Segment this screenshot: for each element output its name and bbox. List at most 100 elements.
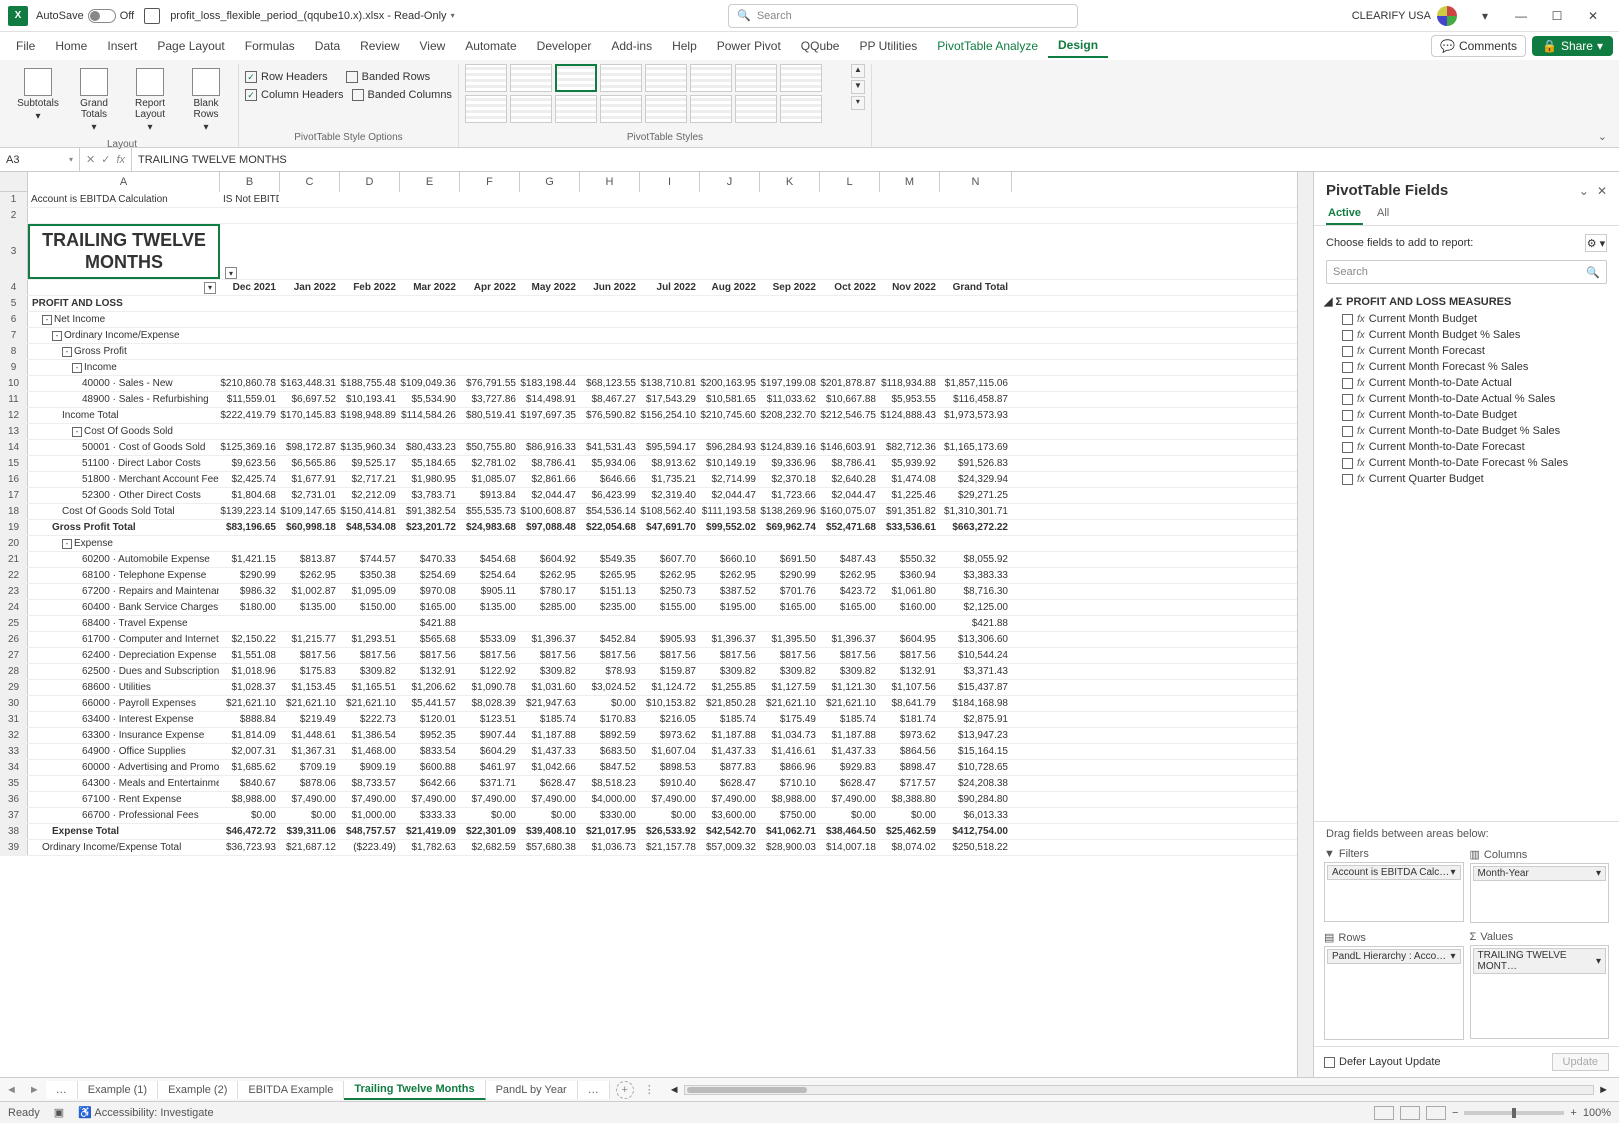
data-cell[interactable] (640, 312, 700, 327)
style-thumb[interactable] (600, 64, 642, 92)
data-cell[interactable]: $29,271.25 (940, 488, 1012, 503)
data-cell[interactable]: $2,319.40 (640, 488, 700, 503)
row-header[interactable]: 1 (0, 192, 28, 207)
data-cell[interactable]: $5,534.90 (400, 392, 460, 407)
defer-update-checkbox[interactable]: Defer Layout Update (1324, 1056, 1441, 1068)
data-cell[interactable]: $423.72 (820, 584, 880, 599)
data-cell[interactable]: $387.52 (700, 584, 760, 599)
data-cell[interactable] (580, 616, 640, 631)
cell[interactable] (700, 192, 760, 207)
data-cell[interactable]: $160,075.07 (820, 504, 880, 519)
data-cell[interactable] (580, 424, 640, 439)
data-cell[interactable]: $1,124.72 (640, 680, 700, 695)
data-cell[interactable]: $60,998.18 (280, 520, 340, 535)
data-cell[interactable]: $111,193.58 (700, 504, 760, 519)
data-cell[interactable]: $184,168.98 (940, 696, 1012, 711)
data-cell[interactable] (880, 328, 940, 343)
table-row[interactable]: 13-Cost Of Goods Sold (0, 424, 1297, 440)
outline-toggle-icon[interactable]: - (72, 427, 82, 437)
row-header[interactable]: 38 (0, 824, 28, 839)
data-cell[interactable]: $2,875.91 (940, 712, 1012, 727)
data-cell[interactable]: $1,090.78 (460, 680, 520, 695)
data-cell[interactable] (280, 424, 340, 439)
data-cell[interactable]: $82,712.36 (880, 440, 940, 455)
row-headers-checkbox[interactable]: ✓Row Headers (245, 68, 328, 86)
ribbon-collapse-button[interactable]: ⌄ (1592, 126, 1613, 147)
cell[interactable] (280, 224, 340, 279)
cell[interactable] (940, 208, 1012, 223)
data-cell[interactable] (460, 296, 520, 311)
style-thumb[interactable] (735, 95, 777, 123)
data-cell[interactable]: $7,490.00 (400, 792, 460, 807)
data-cell[interactable]: $371.71 (460, 776, 520, 791)
table-row[interactable]: 9-Income (0, 360, 1297, 376)
data-cell[interactable] (340, 328, 400, 343)
column-month-header[interactable]: Nov 2022 (880, 280, 940, 295)
pivot-row-label[interactable]: PROFIT AND LOSS (28, 296, 220, 311)
data-cell[interactable]: $691.50 (760, 552, 820, 567)
data-cell[interactable]: $817.56 (820, 648, 880, 663)
data-cell[interactable]: $628.47 (700, 776, 760, 791)
tab-help[interactable]: Help (662, 35, 707, 57)
data-cell[interactable]: $817.56 (400, 648, 460, 663)
table-row[interactable]: 2160200 · Automobile Expense$1,421.15$81… (0, 552, 1297, 568)
value-pill[interactable]: TRAILING TWELVE MONT…▾ (1473, 948, 1607, 974)
data-cell[interactable]: $10,193.41 (340, 392, 400, 407)
data-cell[interactable] (580, 312, 640, 327)
data-cell[interactable]: $6,013.33 (940, 808, 1012, 823)
style-thumb[interactable] (645, 95, 687, 123)
data-cell[interactable]: $8,733.57 (340, 776, 400, 791)
pivot-row-label[interactable]: 60400 · Bank Service Charges (28, 600, 220, 615)
data-cell[interactable]: $170.83 (580, 712, 640, 727)
data-cell[interactable] (880, 296, 940, 311)
data-cell[interactable]: $132.91 (400, 664, 460, 679)
data-cell[interactable]: $878.06 (280, 776, 340, 791)
cell[interactable] (880, 192, 940, 207)
data-cell[interactable]: $1,386.54 (340, 728, 400, 743)
data-cell[interactable]: $262.95 (640, 568, 700, 583)
data-cell[interactable]: $262.95 (700, 568, 760, 583)
data-cell[interactable]: $1,416.61 (760, 744, 820, 759)
data-cell[interactable]: $663,272.22 (940, 520, 1012, 535)
column-header[interactable]: G (520, 172, 580, 192)
accessibility-status[interactable]: ♿ Accessibility: Investigate (78, 1106, 213, 1119)
pivot-row-label[interactable]: 63300 · Insurance Expense (28, 728, 220, 743)
style-thumb[interactable] (735, 64, 777, 92)
data-cell[interactable]: $2,044.47 (820, 488, 880, 503)
filter-field-label[interactable]: Account is EBITDA Calculation (28, 192, 220, 207)
data-cell[interactable]: $17,543.29 (640, 392, 700, 407)
data-cell[interactable]: $159.87 (640, 664, 700, 679)
data-cell[interactable]: $628.47 (520, 776, 580, 791)
data-cell[interactable]: $3,727.86 (460, 392, 520, 407)
data-cell[interactable]: $160.00 (880, 600, 940, 615)
cell[interactable] (760, 208, 820, 223)
data-cell[interactable]: $254.69 (400, 568, 460, 583)
cell[interactable] (460, 208, 520, 223)
column-month-header[interactable]: Dec 2021 (220, 280, 280, 295)
data-cell[interactable]: $90,284.80 (940, 792, 1012, 807)
checkbox-icon[interactable] (1342, 346, 1353, 357)
data-cell[interactable]: $116,458.87 (940, 392, 1012, 407)
data-cell[interactable]: $114,584.26 (400, 408, 460, 423)
cell[interactable] (940, 224, 1012, 279)
data-cell[interactable]: $265.95 (580, 568, 640, 583)
table-row[interactable]: 6-Net Income (0, 312, 1297, 328)
data-cell[interactable]: $2,781.02 (460, 456, 520, 471)
data-cell[interactable]: $2,007.31 (220, 744, 280, 759)
data-cell[interactable]: $604.92 (520, 552, 580, 567)
data-cell[interactable]: $864.56 (880, 744, 940, 759)
data-cell[interactable] (700, 328, 760, 343)
data-cell[interactable]: $7,490.00 (820, 792, 880, 807)
data-cell[interactable] (400, 328, 460, 343)
cell[interactable] (640, 224, 700, 279)
row-header[interactable]: 24 (0, 600, 28, 615)
data-cell[interactable]: $9,525.17 (340, 456, 400, 471)
data-cell[interactable] (220, 328, 280, 343)
data-cell[interactable] (220, 296, 280, 311)
data-cell[interactable]: $118,934.88 (880, 376, 940, 391)
pivot-row-label[interactable]: 50001 · Cost of Goods Sold (28, 440, 220, 455)
data-cell[interactable]: $907.44 (460, 728, 520, 743)
row-header[interactable]: 20 (0, 536, 28, 551)
data-cell[interactable]: $68,123.55 (580, 376, 640, 391)
data-cell[interactable]: $1,468.00 (340, 744, 400, 759)
